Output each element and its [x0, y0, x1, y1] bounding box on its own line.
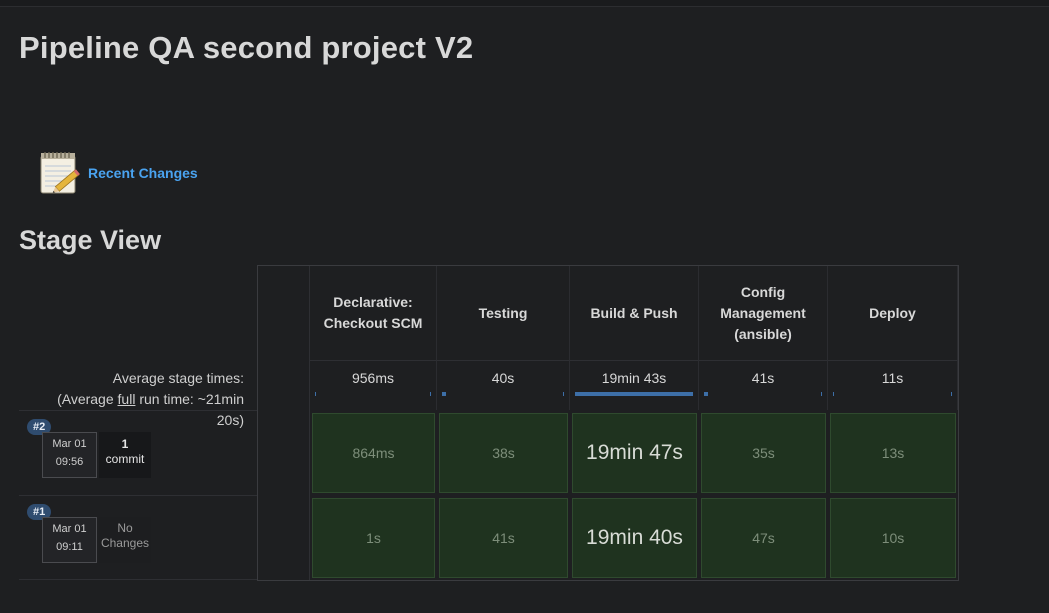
stage-result-cell[interactable]: 10s: [830, 498, 956, 578]
stage-result-cell[interactable]: 13s: [830, 413, 956, 493]
stage-average-bar: [575, 392, 693, 396]
stage-header: Build & Push: [570, 266, 699, 360]
bar-tick: [821, 392, 822, 396]
run-date: Mar 01 09:56: [42, 432, 97, 478]
stage-name-line: Build & Push: [590, 304, 678, 321]
stage-average-bar: [704, 392, 822, 396]
stage-column: Deploy 11s 13s 10s: [828, 266, 958, 580]
run-row-1: #1 Mar 01 09:11 No Changes: [19, 495, 258, 580]
stage-result-cell[interactable]: 47s: [701, 498, 826, 578]
stage-result-cell[interactable]: 864ms: [312, 413, 435, 493]
stage-average-time: 19min 43s: [570, 360, 699, 410]
stage-header: Config Management (ansible): [699, 266, 828, 360]
changes-label: No: [117, 521, 133, 535]
stage-result-cell[interactable]: 19min 40s: [572, 498, 697, 578]
stage-name-line: Deploy: [869, 304, 916, 321]
stage-result-cell[interactable]: 19min 47s: [572, 413, 697, 493]
stage-average-time: 41s: [699, 360, 828, 410]
run-date-time: 09:11: [56, 541, 83, 553]
changes-box: No Changes: [99, 517, 151, 563]
stage-header: Testing: [437, 266, 570, 360]
stage-average-value: 956ms: [351, 370, 395, 386]
stage-average-bar: [315, 392, 431, 396]
changes-count: 1: [121, 437, 129, 451]
stage-view-table: Declarative: Checkout SCM 956ms 864ms 1s Test…: [257, 265, 959, 581]
stage-column: Config Management (ansible) 41s 35s 47s: [699, 266, 828, 580]
full-run-link[interactable]: full: [118, 391, 136, 407]
stage-name-line: (ansible): [734, 325, 792, 342]
stage-average-time: 40s: [437, 360, 570, 410]
bar-fill: [704, 392, 709, 396]
table-corner: [258, 266, 310, 580]
stage-column: Testing 40s 38s 41s: [437, 266, 570, 580]
recent-changes-label[interactable]: Recent Changes: [88, 165, 198, 181]
stage-result-cell[interactable]: 41s: [439, 498, 568, 578]
bar-tick: [563, 392, 564, 396]
bar-tick: [951, 392, 952, 396]
bar-tick: [692, 392, 693, 396]
bar-fill: [442, 392, 447, 396]
stage-name-line: Checkout SCM: [323, 315, 423, 331]
top-bar: [0, 0, 1049, 7]
stage-column: Build & Push 19min 43s 19min 47s 19min 40s: [570, 266, 699, 580]
stage-average-value: 41s: [751, 370, 775, 386]
notepad-pencil-icon: [40, 152, 80, 194]
stage-average-bar: [442, 392, 564, 396]
stage-name-line: Management: [720, 304, 806, 321]
stage-average-time: 11s: [828, 360, 958, 410]
changes-box[interactable]: 1 commit: [99, 432, 151, 478]
stage-view-title: Stage View: [19, 225, 162, 255]
stage-header: Deploy: [828, 266, 958, 360]
average-line-1: Average stage times:: [112, 370, 244, 386]
run-date-time: 09:56: [55, 456, 84, 468]
stage-result-cell[interactable]: 38s: [439, 413, 568, 493]
stage-average-value: 40s: [491, 370, 515, 386]
stage-average-time: 956ms: [310, 360, 437, 410]
stage-name-line: Testing: [478, 304, 528, 321]
changes-label: Changes: [100, 536, 150, 550]
run-date-day: Mar 01: [52, 523, 87, 535]
stage-average-value: 19min 43s: [601, 370, 667, 386]
run-row-2: #2 Mar 01 09:56 1 commit: [19, 410, 258, 495]
stage-result-cell[interactable]: 1s: [312, 498, 435, 578]
average-line-2: (Average full run time: ~21min: [57, 391, 244, 407]
page-title: Pipeline QA second project V2: [19, 30, 474, 65]
bar-fill: [315, 392, 316, 396]
run-date-day: Mar 01: [52, 438, 87, 450]
bar-fill: [833, 392, 835, 396]
bar-fill: [575, 392, 693, 396]
recent-changes-link[interactable]: Recent Changes: [38, 150, 198, 196]
changes-label: commit: [105, 452, 145, 466]
stage-column: Declarative: Checkout SCM 956ms 864ms 1s: [310, 266, 437, 580]
stage-average-bar: [833, 392, 952, 396]
stage-name-line: Declarative:: [333, 294, 413, 310]
run-date: Mar 01 09:11: [42, 517, 97, 563]
stage-header: Declarative: Checkout SCM: [310, 266, 437, 360]
bar-tick: [430, 392, 431, 396]
stage-result-cell[interactable]: 35s: [701, 413, 826, 493]
stage-name-line: Config: [740, 283, 786, 300]
stage-average-value: 11s: [881, 370, 904, 386]
